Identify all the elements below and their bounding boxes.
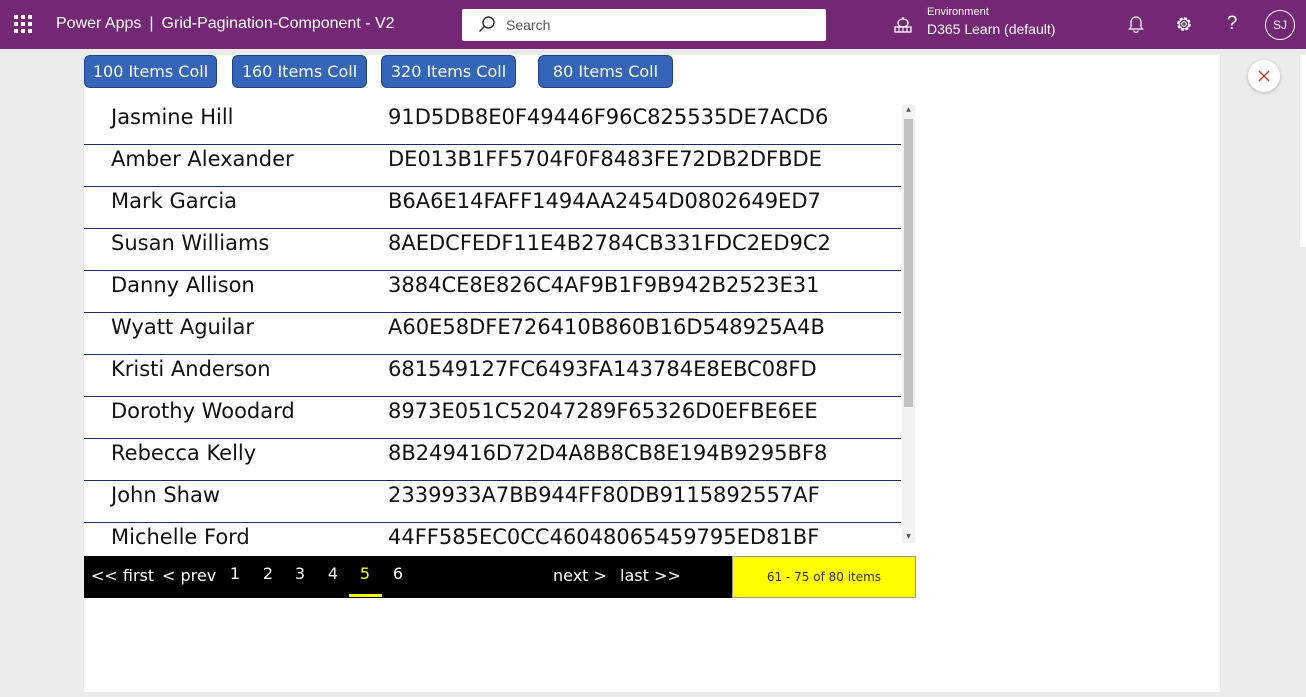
row-id: DE013B1FF5704F0F8483FE72DB2DFBDE bbox=[388, 147, 822, 171]
app-name[interactable]: Power Apps bbox=[56, 15, 141, 32]
gear-icon[interactable] bbox=[1174, 14, 1194, 34]
page-link-6[interactable]: 6 bbox=[382, 564, 414, 583]
row-id: 44FF585EC0CC46048065459795ED81BF bbox=[388, 525, 820, 545]
row-name: Wyatt Aguilar bbox=[111, 315, 255, 339]
app-title-text: Grid-Pagination-Component - V2 bbox=[161, 15, 395, 32]
row-name: John Shaw bbox=[111, 483, 221, 507]
row-name: Jasmine Hill bbox=[111, 105, 234, 129]
first-page-link[interactable]: << first bbox=[91, 566, 154, 585]
gallery-row[interactable]: John Shaw 2339933A7BB944FF80DB9115892557… bbox=[84, 481, 901, 523]
row-name: Michelle Ford bbox=[111, 525, 250, 545]
page-link-5[interactable]: 5 bbox=[349, 564, 381, 583]
environment-icon[interactable] bbox=[893, 16, 913, 34]
title-separator: | bbox=[149, 15, 154, 32]
bell-icon[interactable] bbox=[1126, 14, 1146, 34]
row-name: Dorothy Woodard bbox=[111, 399, 295, 423]
row-name: Amber Alexander bbox=[111, 147, 294, 171]
search-input[interactable] bbox=[506, 9, 806, 41]
current-page-indicator bbox=[349, 594, 382, 597]
row-id: 8AEDCFEDF11E4B2784CB331FDC2ED9C2 bbox=[388, 231, 831, 255]
row-name: Rebecca Kelly bbox=[111, 441, 257, 465]
coll-160-button[interactable]: 160 Items Coll bbox=[232, 55, 367, 88]
row-id: 8B249416D72D4A8B8CB8E194B9295BF8 bbox=[388, 441, 828, 465]
row-id: 3884CE8E826C4AF9B1F9B942B2523E31 bbox=[388, 273, 820, 297]
page-link-4[interactable]: 4 bbox=[317, 564, 349, 583]
app-title: Power Apps | Grid-Pagination-Component - V… bbox=[56, 15, 395, 33]
coll-100-button[interactable]: 100 Items Coll bbox=[84, 55, 217, 88]
next-page-link[interactable]: next > bbox=[553, 566, 607, 585]
help-icon[interactable]: ? bbox=[1222, 13, 1242, 34]
prev-page-link[interactable]: < prev bbox=[162, 566, 216, 585]
scroll-down-icon[interactable]: ▼ bbox=[902, 533, 915, 540]
row-name: Danny Allison bbox=[111, 273, 255, 297]
page-link-2[interactable]: 2 bbox=[252, 564, 284, 583]
row-id: 8973E051C52047289F65326D0EFBE6EE bbox=[388, 399, 818, 423]
gallery-row[interactable]: Mark Garcia B6A6E14FAFF1494AA2454D080264… bbox=[84, 187, 901, 229]
gallery-row[interactable]: Wyatt Aguilar A60E58DFE726410B860B16D548… bbox=[84, 313, 901, 355]
gallery-row[interactable]: Susan Williams 8AEDCFEDF11E4B2784CB331FD… bbox=[84, 229, 901, 271]
gallery-row[interactable]: Michelle Ford 44FF585EC0CC46048065459795… bbox=[84, 523, 901, 545]
page-link-1[interactable]: 1 bbox=[219, 564, 251, 583]
coll-80-button[interactable]: 80 Items Coll bbox=[538, 55, 673, 88]
top-bar: Power Apps | Grid-Pagination-Component - V… bbox=[0, 0, 1306, 49]
row-id: 91D5DB8E0F49446F96C825535DE7ACD6 bbox=[388, 105, 829, 129]
gallery-scrollbar[interactable]: ▲ ▼ bbox=[902, 105, 915, 543]
row-id: A60E58DFE726410B860B16D548925A4B bbox=[388, 315, 825, 339]
avatar[interactable]: SJ bbox=[1265, 10, 1295, 40]
records-gallery[interactable]: Jasmine Hill 91D5DB8E0F49446F96C825535DE… bbox=[84, 103, 916, 545]
gallery-row[interactable]: Amber Alexander DE013B1FF5704F0F8483FE72… bbox=[84, 145, 901, 187]
pagination-bar: << first < prev 1 2 3 4 5 6 next > last … bbox=[84, 556, 732, 598]
last-page-link[interactable]: last >> bbox=[620, 566, 681, 585]
row-id: 681549127FC6493FA143784E8EBC08FD bbox=[388, 357, 817, 381]
environment-label: Environment bbox=[927, 6, 989, 18]
close-icon bbox=[1258, 70, 1270, 82]
gallery-row[interactable]: Kristi Anderson 681549127FC6493FA143784E… bbox=[84, 355, 901, 397]
page-link-3[interactable]: 3 bbox=[284, 564, 316, 583]
gallery-row[interactable]: Jasmine Hill 91D5DB8E0F49446F96C825535DE… bbox=[84, 103, 901, 145]
scrollbar-thumb[interactable] bbox=[904, 119, 913, 407]
coll-320-button[interactable]: 320 Items Coll bbox=[381, 55, 516, 88]
environment-name[interactable]: D365 Learn (default) bbox=[927, 21, 1055, 37]
waffle-icon[interactable] bbox=[14, 15, 32, 33]
row-name: Mark Garcia bbox=[111, 189, 238, 213]
search-box[interactable] bbox=[462, 9, 826, 41]
pagination-info: 61 - 75 of 80 items bbox=[732, 556, 916, 598]
gallery-row[interactable]: Dorothy Woodard 8973E051C52047289F65326D… bbox=[84, 397, 901, 439]
side-panel-edge bbox=[1300, 55, 1306, 247]
gallery-row[interactable]: Danny Allison 3884CE8E826C4AF9B1F9B942B2… bbox=[84, 271, 901, 313]
row-id: 2339933A7BB944FF80DB9115892557AF bbox=[388, 483, 820, 507]
row-name: Susan Williams bbox=[111, 231, 270, 255]
row-id: B6A6E14FAFF1494AA2454D0802649ED7 bbox=[388, 189, 821, 213]
search-icon bbox=[478, 16, 495, 33]
row-name: Kristi Anderson bbox=[111, 357, 271, 381]
close-button[interactable] bbox=[1248, 60, 1280, 92]
gallery-row[interactable]: Rebecca Kelly 8B249416D72D4A8B8CB8E194B9… bbox=[84, 439, 901, 481]
scroll-up-icon[interactable]: ▲ bbox=[902, 106, 915, 113]
